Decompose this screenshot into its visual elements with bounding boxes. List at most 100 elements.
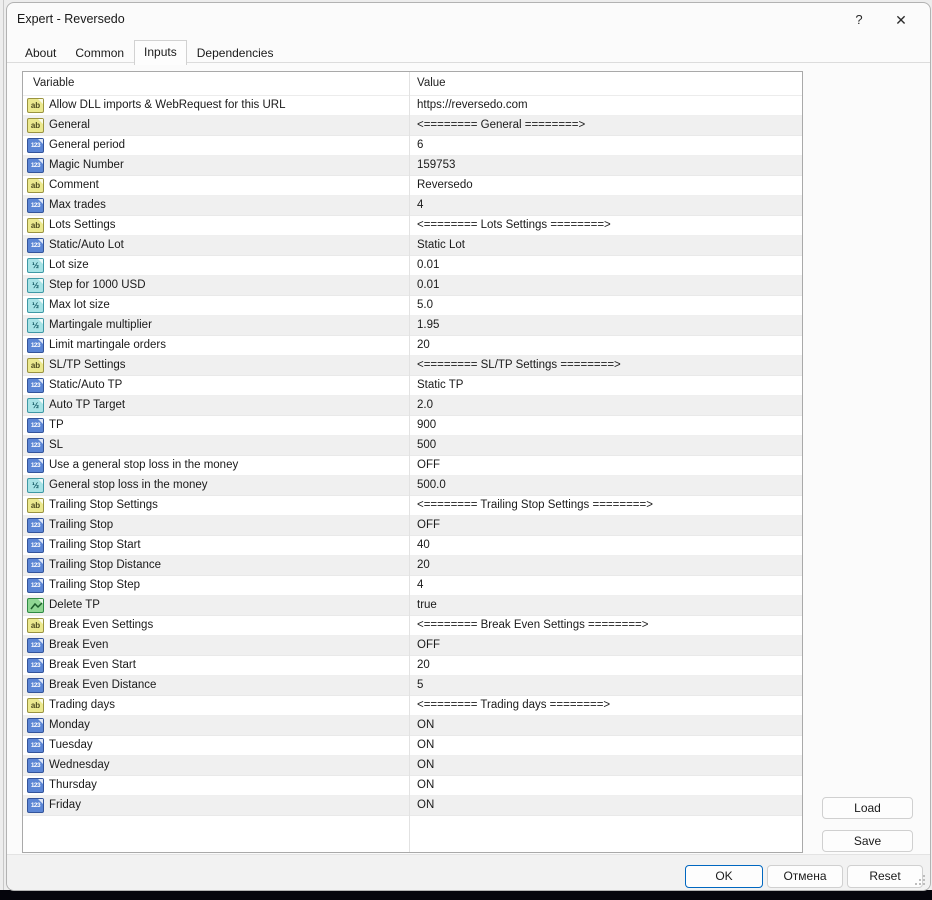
- param-row[interactable]: 123Break EvenOFF: [23, 636, 802, 656]
- param-row[interactable]: abBreak Even Settings<======== Break Eve…: [23, 616, 802, 636]
- param-value[interactable]: 1.95: [417, 316, 439, 335]
- load-button[interactable]: Load: [822, 797, 913, 819]
- param-variable: Lots Settings: [49, 216, 115, 235]
- param-row[interactable]: 123SL500: [23, 436, 802, 456]
- param-value[interactable]: 900: [417, 416, 436, 435]
- param-value[interactable]: <======== Lots Settings ========>: [417, 216, 611, 235]
- param-row[interactable]: 123TP900: [23, 416, 802, 436]
- param-value[interactable]: Static Lot: [417, 236, 465, 255]
- param-value[interactable]: OFF: [417, 636, 440, 655]
- param-value[interactable]: 0.01: [417, 276, 439, 295]
- number-icon: 123: [27, 758, 44, 773]
- param-value[interactable]: Reversedo: [417, 176, 473, 195]
- param-value[interactable]: <======== Trading days ========>: [417, 696, 610, 715]
- param-row[interactable]: ½Auto TP Target2.0: [23, 396, 802, 416]
- param-row[interactable]: ½Lot size0.01: [23, 256, 802, 276]
- param-row[interactable]: 123TuesdayON: [23, 736, 802, 756]
- resize-grip[interactable]: [914, 874, 926, 886]
- param-row[interactable]: ½General stop loss in the money500.0: [23, 476, 802, 496]
- param-row[interactable]: ½Martingale multiplier1.95: [23, 316, 802, 336]
- param-row[interactable]: abTrading days<======== Trading days ===…: [23, 696, 802, 716]
- param-value[interactable]: OFF: [417, 516, 440, 535]
- param-variable: Trading days: [49, 696, 115, 715]
- param-value[interactable]: 4: [417, 576, 423, 595]
- param-row[interactable]: abSL/TP Settings<======== SL/TP Settings…: [23, 356, 802, 376]
- param-value[interactable]: 20: [417, 336, 430, 355]
- title-bar[interactable]: Expert - Reversedo ? ✕: [7, 3, 930, 39]
- param-value[interactable]: 6: [417, 136, 423, 155]
- tab-inputs[interactable]: Inputs: [134, 40, 187, 65]
- param-row[interactable]: abGeneral<======== General ========>: [23, 116, 802, 136]
- param-row[interactable]: 123Trailing Stop Start40: [23, 536, 802, 556]
- param-row[interactable]: 123WednesdayON: [23, 756, 802, 776]
- param-value[interactable]: ON: [417, 776, 434, 795]
- column-separator: [409, 72, 410, 852]
- param-row[interactable]: 123Trailing StopOFF: [23, 516, 802, 536]
- param-row[interactable]: ½Max lot size5.0: [23, 296, 802, 316]
- tab-about[interactable]: About: [16, 43, 65, 64]
- param-row[interactable]: Delete TPtrue: [23, 596, 802, 616]
- param-value[interactable]: 500: [417, 436, 436, 455]
- bool-icon: [27, 598, 44, 613]
- param-variable: Auto TP Target: [49, 396, 125, 415]
- param-row[interactable]: 123Limit martingale orders20: [23, 336, 802, 356]
- tab-dependencies[interactable]: Dependencies: [188, 43, 283, 64]
- help-button[interactable]: ?: [844, 9, 874, 31]
- param-value[interactable]: <======== General ========>: [417, 116, 585, 135]
- save-button[interactable]: Save: [822, 830, 913, 852]
- param-value[interactable]: 500.0: [417, 476, 446, 495]
- param-value[interactable]: https://reversedo.com: [417, 96, 528, 115]
- param-row[interactable]: 123ThursdayON: [23, 776, 802, 796]
- param-row[interactable]: 123Use a general stop loss in the moneyO…: [23, 456, 802, 476]
- param-value[interactable]: Static TP: [417, 376, 463, 395]
- param-value[interactable]: 5: [417, 676, 423, 695]
- double-icon: ½: [27, 298, 44, 313]
- param-row[interactable]: abCommentReversedo: [23, 176, 802, 196]
- param-variable: Comment: [49, 176, 99, 195]
- param-row[interactable]: 123Max trades4: [23, 196, 802, 216]
- param-value[interactable]: 2.0: [417, 396, 433, 415]
- ab-icon: ab: [27, 98, 44, 113]
- param-row[interactable]: 123General period6: [23, 136, 802, 156]
- param-value[interactable]: <======== SL/TP Settings ========>: [417, 356, 621, 375]
- param-value[interactable]: OFF: [417, 456, 440, 475]
- ab-icon: ab: [27, 498, 44, 513]
- param-value[interactable]: ON: [417, 716, 434, 735]
- param-row[interactable]: 123MondayON: [23, 716, 802, 736]
- param-value[interactable]: 40: [417, 536, 430, 555]
- param-value[interactable]: 159753: [417, 156, 455, 175]
- close-icon[interactable]: ✕: [886, 9, 916, 31]
- param-row[interactable]: 123FridayON: [23, 796, 802, 816]
- param-row[interactable]: 123Trailing Stop Distance20: [23, 556, 802, 576]
- number-icon: 123: [27, 518, 44, 533]
- param-row[interactable]: 123Trailing Stop Step4: [23, 576, 802, 596]
- param-value[interactable]: 20: [417, 656, 430, 675]
- param-value[interactable]: 4: [417, 196, 423, 215]
- param-row[interactable]: 123Break Even Start20: [23, 656, 802, 676]
- param-value[interactable]: ON: [417, 796, 434, 815]
- param-row[interactable]: 123Static/Auto TPStatic TP: [23, 376, 802, 396]
- ok-button[interactable]: OK: [685, 865, 763, 888]
- param-value[interactable]: <======== Break Even Settings ========>: [417, 616, 648, 635]
- param-value[interactable]: <======== Trailing Stop Settings =======…: [417, 496, 653, 515]
- reset-button[interactable]: Reset: [847, 865, 923, 888]
- param-row[interactable]: 123Magic Number159753: [23, 156, 802, 176]
- param-row[interactable]: abLots Settings<======== Lots Settings =…: [23, 216, 802, 236]
- param-value[interactable]: ON: [417, 756, 434, 775]
- param-variable: General period: [49, 136, 125, 155]
- param-row[interactable]: ½Step for 1000 USD0.01: [23, 276, 802, 296]
- param-value[interactable]: 5.0: [417, 296, 433, 315]
- cancel-button[interactable]: Отмена: [767, 865, 843, 888]
- param-rows: abAllow DLL imports & WebRequest for thi…: [23, 96, 802, 816]
- tab-common[interactable]: Common: [66, 43, 133, 64]
- param-value[interactable]: 0.01: [417, 256, 439, 275]
- param-row[interactable]: 123Break Even Distance5: [23, 676, 802, 696]
- param-row[interactable]: abAllow DLL imports & WebRequest for thi…: [23, 96, 802, 116]
- param-variable: Martingale multiplier: [49, 316, 152, 335]
- background-window-edge: [3, 0, 4, 900]
- param-row[interactable]: 123Static/Auto LotStatic Lot: [23, 236, 802, 256]
- param-value[interactable]: 20: [417, 556, 430, 575]
- param-row[interactable]: abTrailing Stop Settings<======== Traili…: [23, 496, 802, 516]
- param-value[interactable]: ON: [417, 736, 434, 755]
- param-value[interactable]: true: [417, 596, 437, 615]
